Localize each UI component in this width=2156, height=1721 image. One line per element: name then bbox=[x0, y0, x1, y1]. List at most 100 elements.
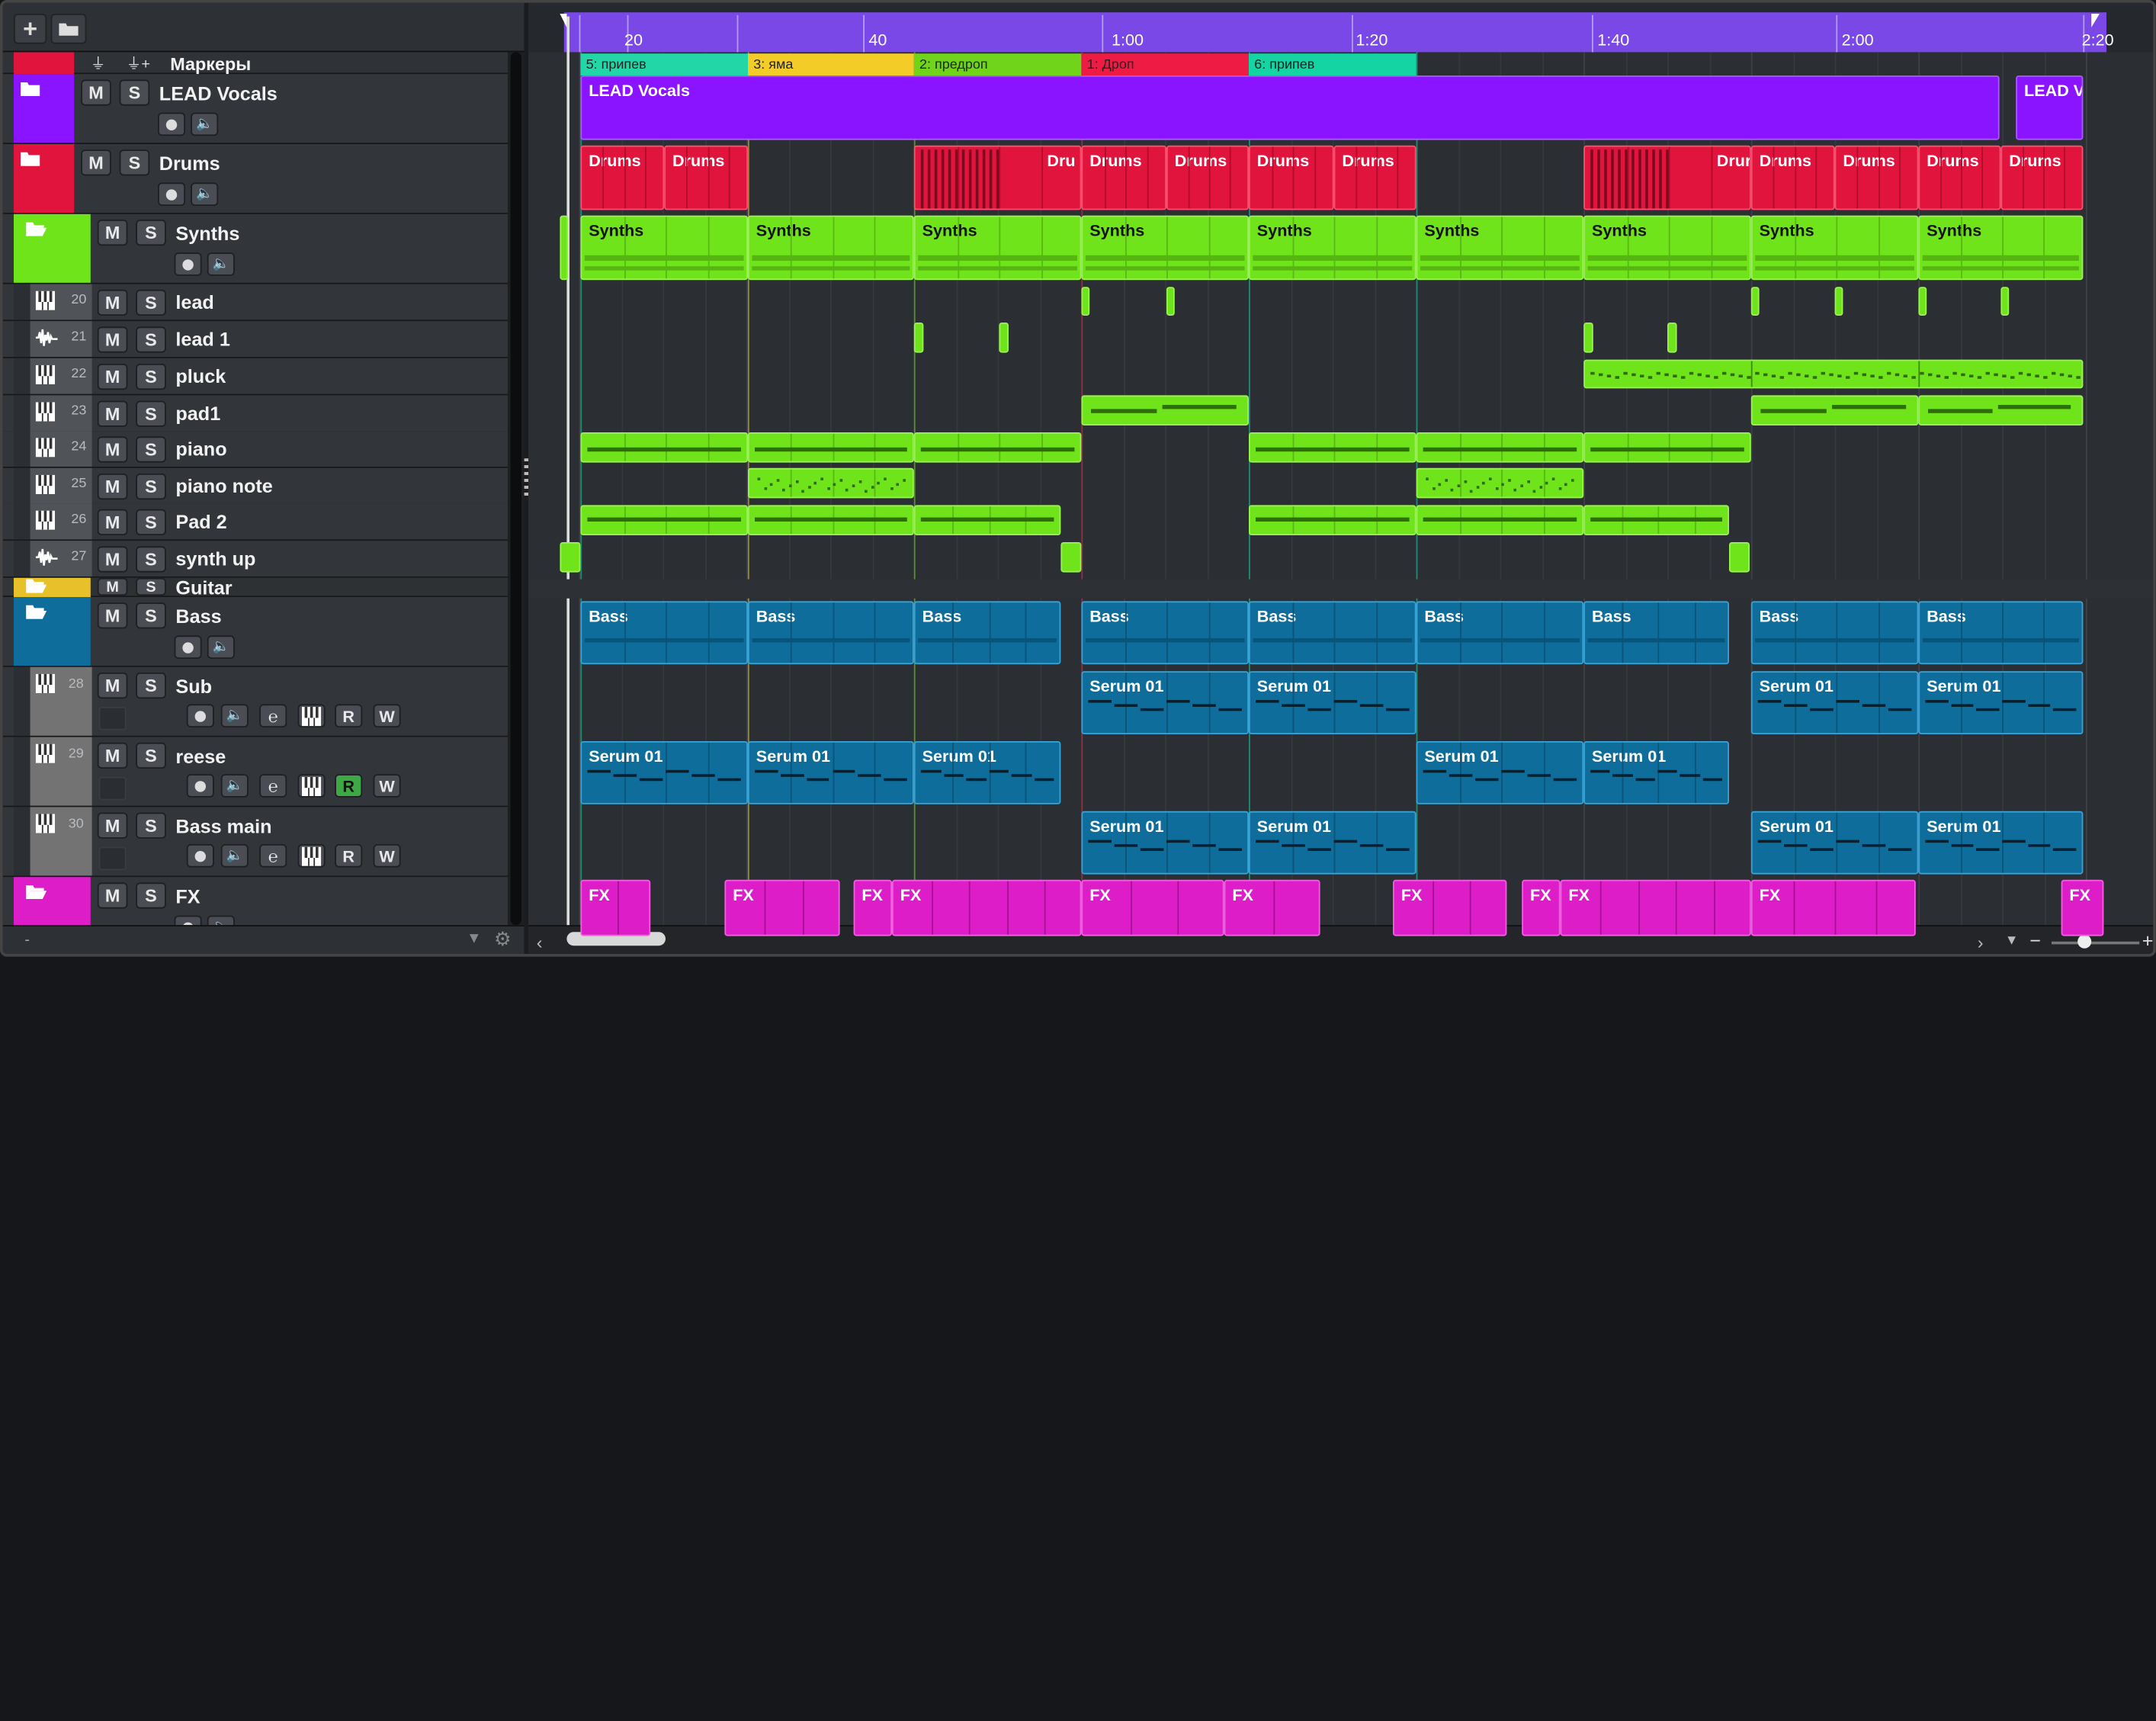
clip[interactable] bbox=[1583, 359, 2084, 389]
marker[interactable]: 3: яма bbox=[748, 53, 914, 75]
track-drums[interactable]: M S Drums 🔈 bbox=[2, 144, 509, 214]
clip[interactable]: Drums bbox=[2000, 145, 2084, 210]
track-name[interactable]: lead bbox=[175, 291, 213, 313]
track-number-box[interactable]: 30 bbox=[30, 807, 92, 876]
clip[interactable] bbox=[913, 505, 1061, 535]
solo-button[interactable]: S bbox=[136, 400, 166, 427]
track-name[interactable]: Bass bbox=[175, 605, 221, 628]
gear-icon[interactable]: ⚙ bbox=[494, 928, 512, 952]
marker[interactable]: 6: припев bbox=[1249, 53, 1416, 75]
clip[interactable]: Serum 01 bbox=[1416, 741, 1584, 804]
speaker-icon[interactable]: 🔈 bbox=[220, 704, 249, 727]
clip[interactable]: FX bbox=[1522, 879, 1561, 936]
track-name[interactable]: piano note bbox=[175, 475, 272, 497]
record-arm-button[interactable] bbox=[186, 844, 214, 868]
track-mini-box[interactable] bbox=[98, 707, 127, 730]
track-pluck[interactable]: 22 M Spluck bbox=[2, 358, 509, 396]
solo-button[interactable]: S bbox=[136, 326, 166, 353]
clip[interactable]: Synths bbox=[1081, 215, 1249, 281]
clip[interactable] bbox=[1416, 467, 1584, 499]
piano-roll-icon[interactable] bbox=[297, 774, 326, 798]
marker[interactable]: 5: припев bbox=[580, 53, 748, 75]
read-automation-button[interactable]: R bbox=[335, 844, 363, 868]
locator-right[interactable] bbox=[2091, 14, 2100, 27]
write-automation-button[interactable]: W bbox=[373, 844, 401, 868]
track-synths[interactable]: M S Synths 🔈 bbox=[2, 214, 509, 284]
mute-button[interactable]: M bbox=[97, 364, 128, 390]
clip[interactable] bbox=[1249, 432, 1416, 463]
clip[interactable] bbox=[1834, 287, 1843, 316]
mute-button[interactable]: M bbox=[97, 602, 128, 629]
clip[interactable] bbox=[1416, 432, 1584, 463]
zoom-out-icon[interactable]: − bbox=[2029, 930, 2041, 952]
mute-button[interactable]: M bbox=[97, 742, 128, 769]
record-arm-button[interactable] bbox=[186, 704, 214, 727]
track-number-box[interactable]: 24 bbox=[30, 431, 92, 467]
monitor-button[interactable] bbox=[174, 915, 202, 926]
mute-button[interactable]: M bbox=[97, 289, 128, 316]
clip[interactable]: LEAD V bbox=[2016, 75, 2084, 140]
monitor-button[interactable] bbox=[174, 635, 202, 659]
clip[interactable]: FX bbox=[1560, 879, 1751, 936]
speaker-icon[interactable]: 🔈 bbox=[220, 844, 249, 868]
marker[interactable]: 1: Дроп bbox=[1081, 53, 1249, 75]
clip[interactable]: Dru bbox=[913, 145, 1082, 210]
chevron-down-icon[interactable]: ▼ bbox=[467, 930, 482, 947]
speaker-icon[interactable]: 🔈 bbox=[207, 635, 235, 659]
mute-button[interactable]: M bbox=[81, 149, 111, 176]
speaker-icon[interactable]: 🔈 bbox=[220, 774, 249, 798]
clip[interactable]: Synths bbox=[748, 215, 914, 281]
track-piano[interactable]: 24 M Spiano bbox=[2, 431, 509, 468]
locator-left[interactable] bbox=[560, 14, 567, 27]
zoom-slider-handle[interactable] bbox=[2077, 934, 2092, 949]
track-name[interactable]: synth up bbox=[175, 547, 255, 570]
mute-button[interactable]: M bbox=[97, 577, 128, 596]
track-number-box[interactable]: 20 bbox=[30, 284, 92, 320]
solo-button[interactable]: S bbox=[136, 602, 166, 629]
clip[interactable]: LEAD Vocals bbox=[580, 75, 2000, 140]
zoom-slider[interactable] bbox=[2052, 941, 2140, 945]
clip[interactable] bbox=[1060, 542, 1082, 573]
track-number-box[interactable]: 25 bbox=[30, 467, 92, 504]
mute-button[interactable]: M bbox=[81, 79, 111, 106]
track-sub[interactable]: 28 M S Sub 🔈 ℮ R W bbox=[2, 666, 509, 737]
filter-icon[interactable]: ⏚ bbox=[91, 52, 106, 74]
clip[interactable]: Bass bbox=[1750, 601, 1919, 665]
clip[interactable] bbox=[1750, 287, 1760, 316]
track-name[interactable]: lead 1 bbox=[175, 328, 229, 350]
clip[interactable]: Serum 01 bbox=[1750, 671, 1919, 734]
edit-icon[interactable]: ℮ bbox=[259, 774, 287, 798]
solo-button[interactable]: S bbox=[119, 79, 150, 106]
track-number-box[interactable]: 22 bbox=[30, 358, 92, 394]
track-lead[interactable]: 20 M Slead bbox=[2, 284, 509, 322]
clip[interactable] bbox=[913, 432, 1082, 463]
clip[interactable]: Bass bbox=[1583, 601, 1729, 665]
solo-button[interactable]: S bbox=[136, 289, 166, 316]
clip[interactable]: Serum 01 bbox=[1249, 671, 1416, 734]
solo-button[interactable]: S bbox=[136, 673, 166, 699]
clip[interactable]: FX bbox=[1750, 879, 1916, 936]
marker[interactable]: 2: предроп bbox=[913, 53, 1082, 75]
clip[interactable]: Serum 01 bbox=[1918, 811, 2084, 875]
clip[interactable] bbox=[1750, 395, 1919, 425]
mute-button[interactable]: M bbox=[97, 220, 128, 246]
clip[interactable] bbox=[580, 432, 748, 463]
track-name[interactable]: Drums bbox=[159, 153, 220, 175]
clip[interactable]: Bass bbox=[1918, 601, 2084, 665]
track-reese[interactable]: 29 M Sreese 🔈 ℮ R W bbox=[2, 737, 509, 808]
track-fx[interactable]: MS FX 🔈 bbox=[2, 877, 509, 926]
solo-button[interactable]: S bbox=[119, 149, 150, 176]
arrangement-view[interactable]: 20 40 1:00 1:20 1:40 2:00 2:20 ‹ › ▼ − + 5: пр… bbox=[528, 2, 2154, 954]
track-number-box[interactable]: 27 bbox=[30, 541, 92, 576]
clip[interactable]: FX bbox=[724, 879, 840, 936]
mute-button[interactable]: M bbox=[97, 326, 128, 353]
add-folder-button[interactable] bbox=[50, 14, 87, 44]
track-guitar[interactable]: M S Guitar bbox=[2, 576, 509, 599]
markers-track[interactable]: ⏚ ⏚+ Маркеры bbox=[2, 52, 509, 75]
clip[interactable] bbox=[748, 467, 914, 499]
track-synthup[interactable]: 27 M Ssynth up bbox=[2, 541, 509, 578]
clip[interactable]: Drums bbox=[1918, 145, 2001, 210]
scroll-left-icon[interactable]: ‹ bbox=[537, 932, 543, 952]
mute-button[interactable]: M bbox=[97, 400, 128, 427]
track-mini-box[interactable] bbox=[98, 776, 127, 801]
